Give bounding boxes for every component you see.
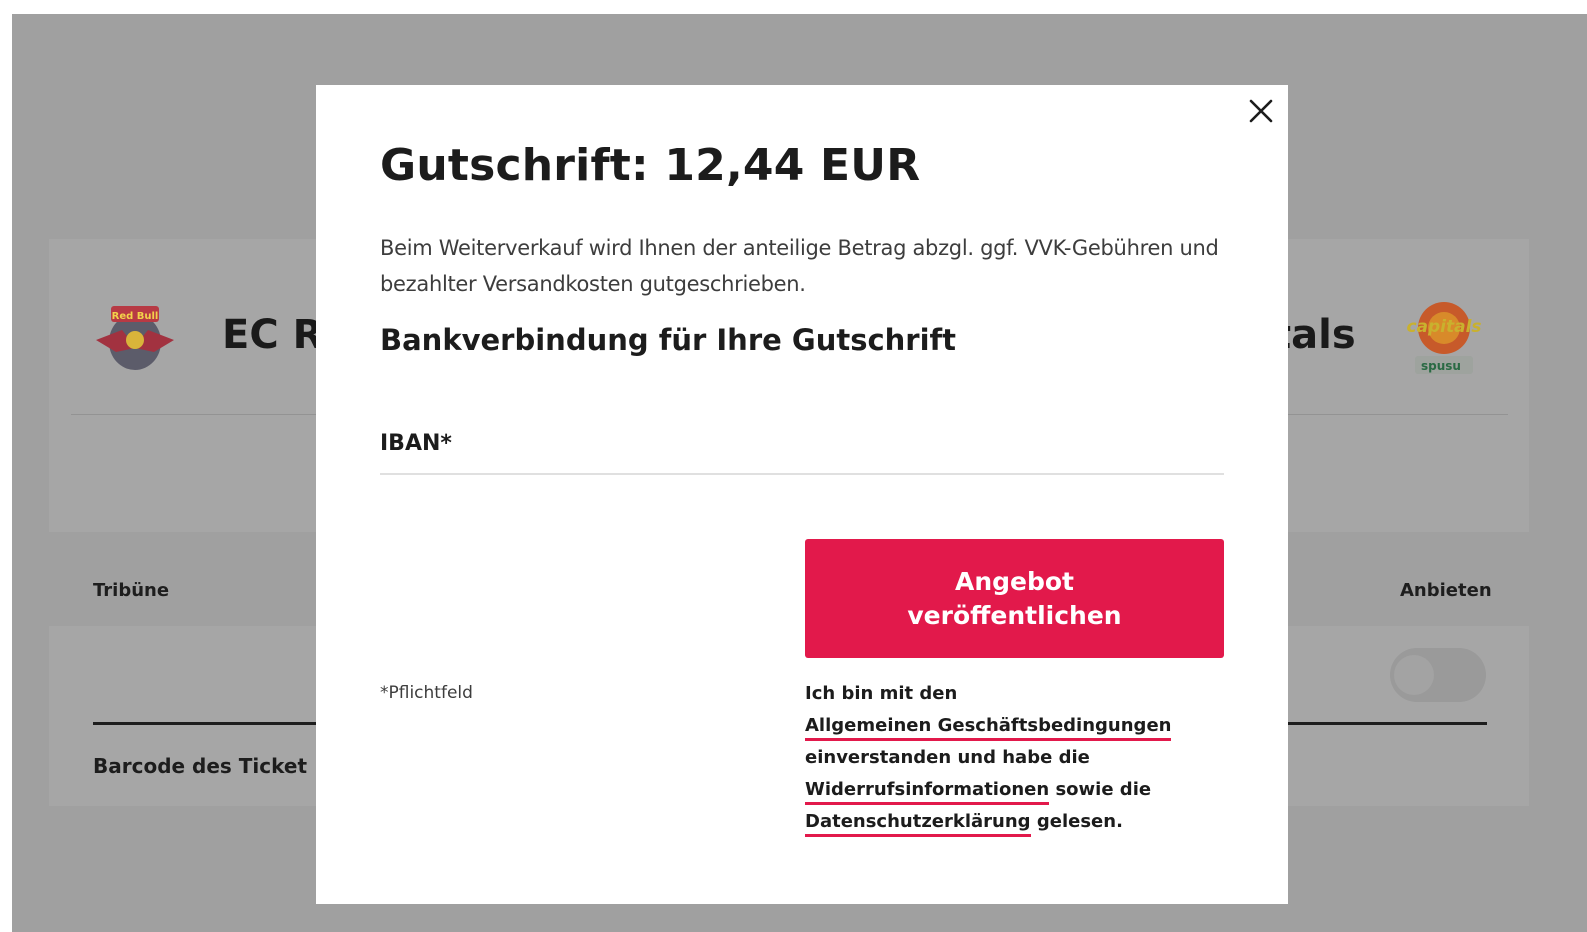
toggle-knob [1394, 655, 1434, 695]
terms-text: Ich bin mit den Allgemeinen Geschäftsbed… [805, 678, 1185, 838]
offer-toggle[interactable] [1390, 648, 1486, 702]
required-field-note: *Pflichtfeld [380, 683, 473, 703]
modal-intro-text: Beim Weiterverkauf wird Ihnen der anteil… [380, 236, 1219, 296]
close-button[interactable] [1245, 95, 1277, 127]
bank-section-title: Bankverbindung für Ihre Gutschrift [380, 323, 957, 357]
iban-field[interactable]: IBAN* [380, 423, 1228, 475]
terms-prefix: Ich bin mit den [805, 683, 958, 704]
publish-offer-button[interactable]: Angebot veröffentlichen [805, 539, 1224, 658]
team-left-logo: Red Bull [96, 306, 174, 370]
barcode-label: Barcode des Ticket [93, 754, 308, 778]
terms-middle: einverstanden und habe die [805, 747, 1090, 768]
column-header-offer: Anbieten [1400, 580, 1492, 601]
team-right-logo: capitals spusu [1406, 302, 1482, 374]
svg-text:Red Bull: Red Bull [112, 311, 159, 322]
agb-link[interactable]: Allgemeinen Geschäftsbedingungen [805, 715, 1172, 741]
terms-sowie: sowie die [1055, 779, 1152, 800]
column-header-tribune: Tribüne [93, 580, 170, 601]
publish-offer-label: Angebot veröffentlichen [907, 566, 1122, 630]
iban-input[interactable] [380, 423, 1228, 475]
terms-suffix: gelesen. [1036, 811, 1123, 832]
modal-title: Gutschrift: 12,44 EUR [380, 140, 921, 191]
close-icon [1249, 99, 1273, 123]
team-left-name: EC R [222, 312, 324, 358]
svg-text:spusu: spusu [1421, 359, 1461, 373]
datenschutz-link[interactable]: Datenschutzerklärung [805, 811, 1031, 837]
credit-modal: Gutschrift: 12,44 EUR Beim Weiterverkauf… [316, 85, 1288, 904]
svg-text:capitals: capitals [1406, 317, 1481, 337]
widerruf-link[interactable]: Widerrufsinformationen [805, 779, 1050, 805]
